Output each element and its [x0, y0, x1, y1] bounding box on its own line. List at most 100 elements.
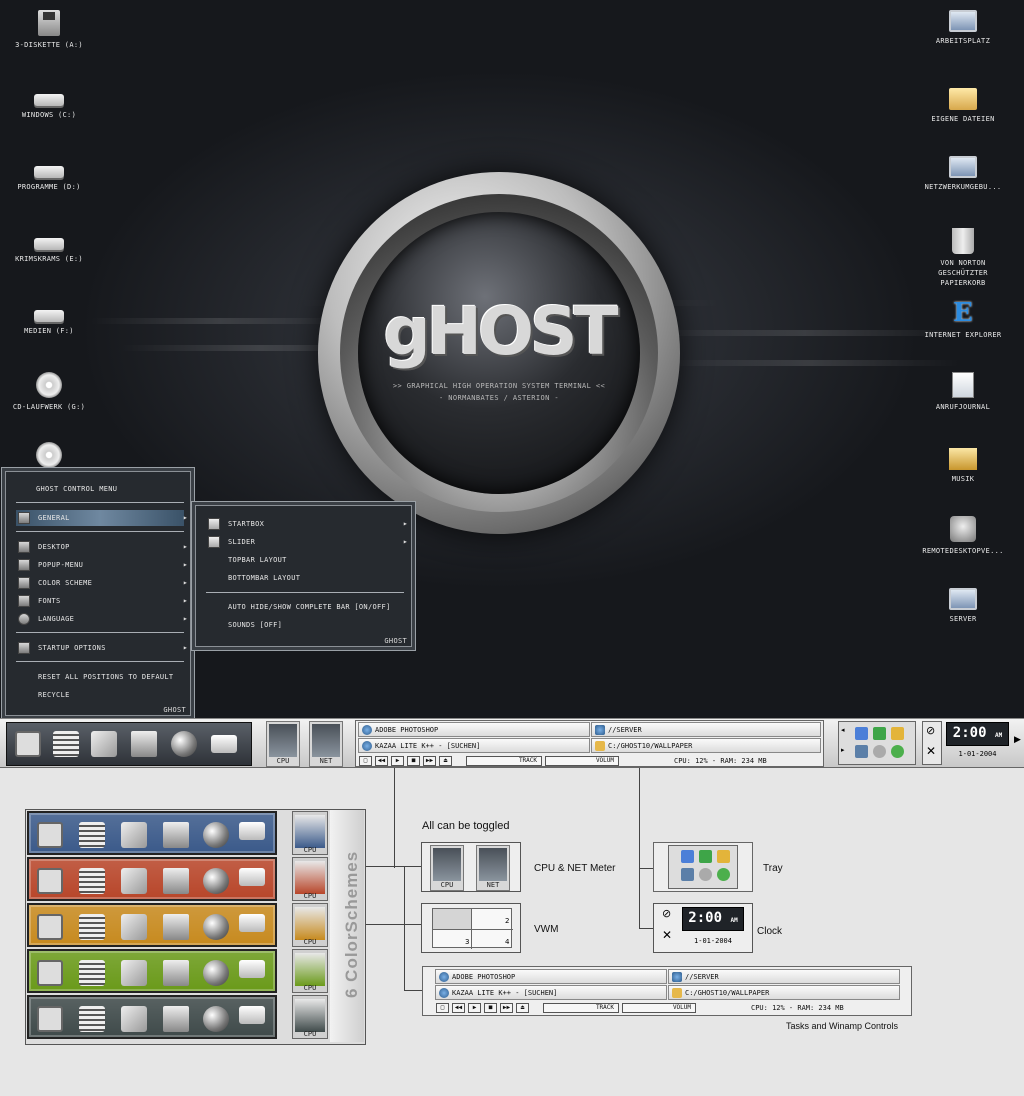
winamp-stop-icon[interactable]: □: [359, 756, 372, 766]
winamp-next-icon[interactable]: ▶▶: [423, 756, 436, 766]
close-icon[interactable]: ✕: [662, 928, 672, 942]
desktop-icon-item[interactable]: Remotedesktopve...: [915, 516, 1011, 556]
desktop-icon-item[interactable]: [1, 442, 97, 472]
winamp-eject-icon[interactable]: ⏏: [516, 1003, 529, 1013]
winamp-volume-bar[interactable]: VOLUM: [622, 1003, 696, 1013]
app-tray-icon[interactable]: [891, 727, 904, 740]
desktop-icon-item[interactable]: e Internet Explorer: [915, 300, 1011, 340]
submenu-item-topbar-layout[interactable]: Topbar Layout: [206, 552, 404, 568]
menu-item-startup-options[interactable]: Startup Options ▸: [16, 640, 188, 656]
connection-tray-icon[interactable]: [681, 868, 694, 881]
cpu-label: CPU: [303, 892, 317, 900]
folder-icon: [121, 914, 147, 940]
winamp-pause-icon[interactable]: ■: [407, 756, 420, 766]
desktop-icon-item[interactable]: Krimskrams (E:): [1, 228, 97, 264]
task-item[interactable]: KAZAA LITE K++ - [SUCHEN]: [435, 985, 667, 1000]
menu-item-popup-menu[interactable]: Popup-Menu ▸: [16, 557, 188, 573]
task-item[interactable]: ADOBE PHOTOSHOP: [435, 969, 667, 984]
folder-task-item[interactable]: C:/GHOST10/WALLPAPER: [668, 985, 900, 1000]
connection-tray-icon[interactable]: [855, 745, 868, 758]
net-meter: NET: [476, 845, 510, 891]
menu-item-reset-positions[interactable]: Reset all positions to default: [16, 669, 184, 685]
winamp-pause-icon[interactable]: ■: [484, 1003, 497, 1013]
winamp-next-icon[interactable]: ▶▶: [500, 1003, 513, 1013]
start-button[interactable]: [15, 731, 41, 757]
winamp-volume-bar[interactable]: VOLUM: [545, 756, 619, 766]
menu-item-general[interactable]: General ▸: [16, 510, 188, 526]
desktop-icon-item[interactable]: 3-Diskette (A:): [1, 10, 97, 50]
clock[interactable]: 2:00 AM: [682, 907, 744, 931]
folder-icon[interactable]: [91, 731, 117, 757]
submenu-item-bottombar-layout[interactable]: Bottombar Layout: [206, 570, 404, 586]
vwm-grid[interactable]: 2 3 4: [432, 908, 513, 949]
menu-item-fonts[interactable]: Fonts ▸: [16, 593, 188, 609]
network-icon[interactable]: [131, 731, 157, 757]
folder-task-item[interactable]: C:/GHOST10/WALLPAPER: [591, 738, 821, 753]
submenu-item-slider[interactable]: Slider ▸: [206, 534, 408, 550]
winamp-track-bar[interactable]: TRACK: [543, 1003, 619, 1013]
messenger-tray-icon[interactable]: [891, 745, 904, 758]
messenger-tray-icon[interactable]: [717, 868, 730, 881]
update-tray-icon[interactable]: [699, 850, 712, 863]
winamp-play-icon[interactable]: ▶: [468, 1003, 481, 1013]
network-icon: [163, 868, 189, 894]
color-scheme-bar-grey[interactable]: [27, 995, 277, 1039]
winamp-track-bar[interactable]: TRACK: [466, 756, 542, 766]
menu-item-color-scheme[interactable]: Color Scheme ▸: [16, 575, 188, 591]
desktop-icon-item[interactable]: Programme (D:): [1, 156, 97, 192]
close-icon[interactable]: ✕: [926, 744, 936, 758]
task-item[interactable]: KAZAA LITE K++ - [SUCHEN]: [358, 738, 590, 753]
speaker-tray-icon[interactable]: [873, 745, 886, 758]
network-tray-icon[interactable]: [681, 850, 694, 863]
menu-item-desktop[interactable]: Desktop ▸: [16, 539, 188, 555]
network-tray-icon[interactable]: [855, 727, 868, 740]
vwm-desktop-3[interactable]: 3: [465, 938, 469, 946]
tray-scroll-up-icon[interactable]: ◂: [841, 726, 845, 734]
desktop-icon-item[interactable]: CD-Laufwerk (G:): [1, 372, 97, 412]
taskbar-expand-icon[interactable]: ▶: [1014, 735, 1021, 745]
desktop-icon-item[interactable]: Arbeitsplatz: [915, 10, 1011, 46]
desktop-icon-item[interactable]: Eigene Dateien: [915, 84, 1011, 124]
color-scheme-bar-orange[interactable]: [27, 903, 277, 947]
submenu-arrow-icon: ▸: [182, 578, 188, 587]
desktop-icon-item[interactable]: Netzwerkumgebu...: [915, 156, 1011, 192]
system-status: CPU: 12% - RAM: 234 MB: [751, 1004, 844, 1012]
tray-scroll-down-icon[interactable]: ▸: [841, 746, 845, 754]
winamp-play-icon[interactable]: ▶: [391, 756, 404, 766]
desktop-icon-item[interactable]: Medien (F:): [1, 300, 97, 336]
desktop-icon-item[interactable]: Musik: [915, 444, 1011, 484]
mail-icon[interactable]: [211, 735, 237, 753]
update-tray-icon[interactable]: [873, 727, 886, 740]
desktop-icon-item[interactable]: Anrufjournal: [915, 372, 1011, 412]
winamp-stop-icon[interactable]: □: [436, 1003, 449, 1013]
app-tray-icon[interactable]: [717, 850, 730, 863]
winamp-eject-icon[interactable]: ⏏: [439, 756, 452, 766]
folder-task-item[interactable]: //SERVER: [591, 722, 821, 737]
color-scheme-bar-blue[interactable]: [27, 811, 277, 855]
task-item[interactable]: ADOBE PHOTOSHOP: [358, 722, 590, 737]
clock[interactable]: 2:00 AM: [946, 722, 1009, 746]
desktop-icon-item[interactable]: von Norton geschützter Papierkorb: [915, 228, 1011, 288]
color-scheme-bar-red[interactable]: [27, 857, 277, 901]
color-scheme-bar-green[interactable]: [27, 949, 277, 993]
vwm-desktop-1[interactable]: [433, 909, 471, 929]
ghost-logo: gHOST >> GRAPHICAL HIGH OPERATION SYSTEM…: [318, 172, 680, 534]
desktop-icon-item[interactable]: Server: [915, 588, 1011, 624]
shutdown-icon[interactable]: ⊘: [662, 907, 671, 920]
submenu-item-auto-hide[interactable]: Auto hide/show complete bar [on/off]: [206, 599, 404, 615]
vwm-desktop-4[interactable]: 4: [505, 938, 509, 946]
menu-item-recycle[interactable]: Recycle: [16, 687, 184, 703]
winamp-prev-icon[interactable]: ◀◀: [452, 1003, 465, 1013]
globe-icon[interactable]: [171, 731, 197, 757]
submenu-item-startbox[interactable]: Startbox ▸: [206, 516, 408, 532]
winamp-prev-icon[interactable]: ◀◀: [375, 756, 388, 766]
folder-task-item[interactable]: //SERVER: [668, 969, 900, 984]
speaker-tray-icon[interactable]: [699, 868, 712, 881]
desktop-icon-item[interactable]: Windows (C:): [1, 84, 97, 120]
mail-icon: [239, 914, 265, 932]
menu-item-language[interactable]: Language ▸: [16, 611, 188, 627]
list-icon[interactable]: [53, 731, 79, 757]
vwm-desktop-2[interactable]: 2: [505, 917, 509, 925]
submenu-item-sounds[interactable]: Sounds [off]: [206, 617, 404, 633]
shutdown-icon[interactable]: ⊘: [926, 724, 935, 737]
